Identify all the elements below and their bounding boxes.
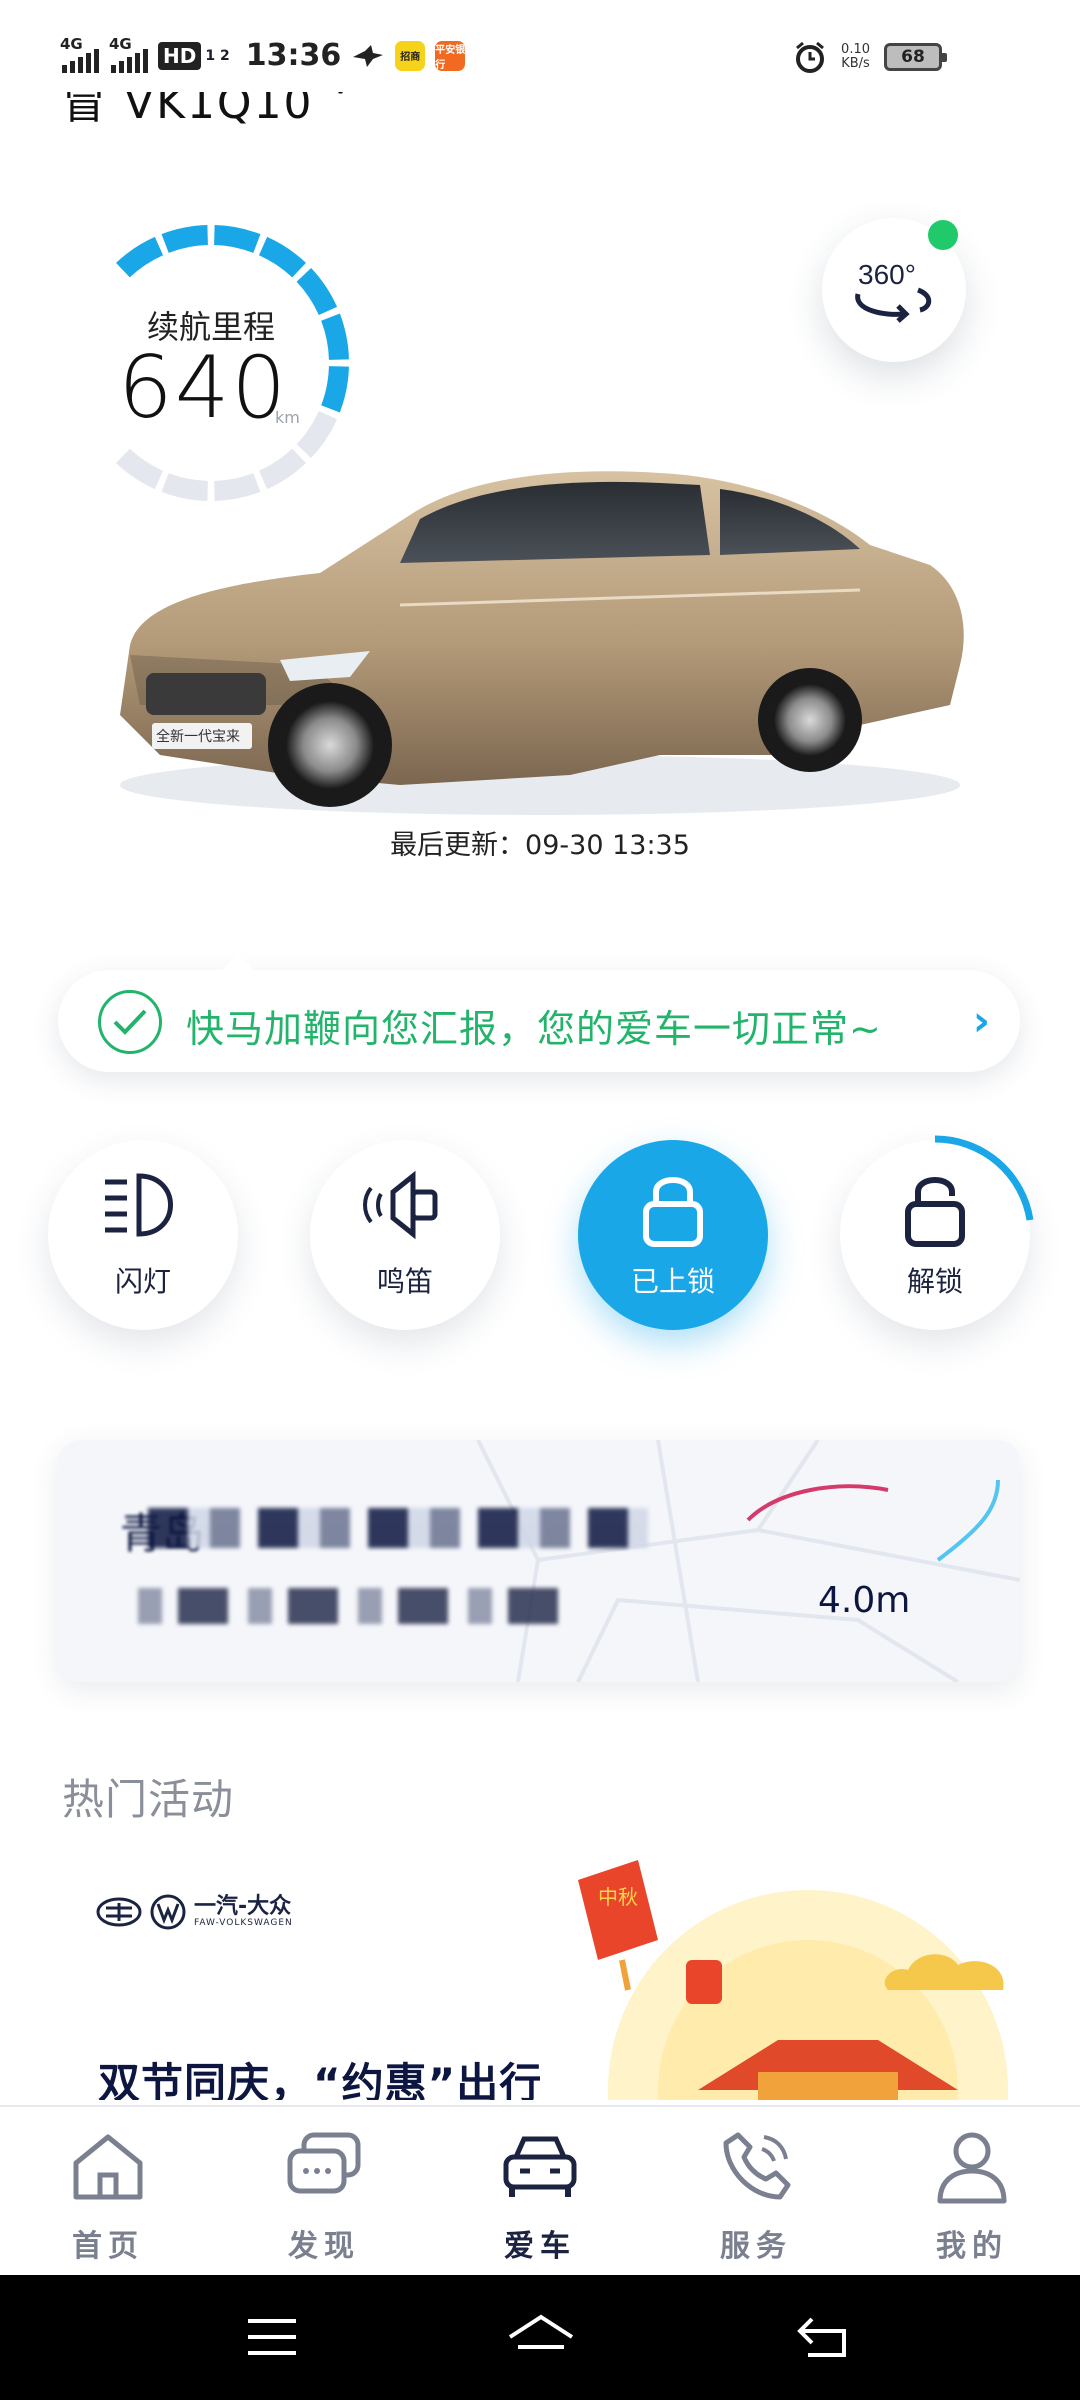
redacted-address	[148, 1508, 648, 1548]
horn-icon	[310, 1170, 500, 1240]
location-distance: 4.0m	[818, 1580, 911, 1621]
headlight-icon	[48, 1170, 238, 1240]
network-speed-unit: KB/s	[841, 56, 870, 71]
last-update-time: 最后更新：09-30 13:35	[390, 830, 690, 861]
vehicle-selector[interactable]: 冒 VK1Q10 ˅	[62, 92, 354, 126]
range-unit: km	[275, 408, 300, 427]
tab-discover[interactable]: 发现	[244, 2127, 404, 2267]
tab-my-car[interactable]: 爱车	[460, 2127, 620, 2267]
user-icon	[937, 2132, 1007, 2204]
network-type-label: 4G	[60, 34, 83, 53]
range-gauge-segment-filled	[116, 236, 164, 278]
network-speed-value: 0.10	[841, 42, 870, 57]
lantern-text: 中秋	[598, 1885, 638, 1909]
status-bar-left: 4G 4G HD 1 2 13:36 招商 平安银行	[60, 35, 466, 73]
battery-icon: 68	[884, 43, 947, 71]
range-gauge-segment-empty	[296, 410, 338, 458]
range-value: 640	[118, 338, 289, 438]
tab-service-label: 服务	[720, 2229, 792, 2264]
tab-me-label: 我的	[936, 2229, 1008, 2264]
vw-logo-icon	[150, 1894, 186, 1930]
phone-icon	[723, 2132, 791, 2200]
unlock-label: 解锁	[906, 1265, 963, 1298]
chat-bubbles-icon	[287, 2132, 361, 2194]
promo-banner[interactable]: 中秋 一汽-大众 FAW-VOLKSWAGEN 双节同庆，“约惠”出行	[58, 1840, 1020, 2100]
bird-icon	[353, 44, 384, 67]
lock-open-icon	[840, 1170, 1030, 1248]
vehicle-status-notice[interactable]: 快马加鞭向您汇报，您的爱车一切正常~ ›	[58, 954, 1020, 1072]
signal-strength-icon: 4G	[60, 35, 99, 73]
rotate-360-icon: 360°	[855, 259, 932, 323]
bottom-tab-bar: 首页 发现 爱车 服务 我的	[0, 2105, 1080, 2275]
mid-autumn-illustration: 中秋	[578, 1860, 1008, 2100]
network-speed: 0.10 KB/s	[841, 43, 870, 71]
horn-label: 鸣笛	[376, 1265, 433, 1298]
back-icon[interactable]	[794, 2313, 850, 2361]
chevron-right-icon: ›	[972, 996, 990, 1045]
tab-discover-label: 发现	[288, 2229, 360, 2264]
signal-strength-icon: 4G	[109, 35, 148, 73]
hot-activities-title: 热门活动	[62, 1775, 235, 1824]
home-icon	[73, 2134, 143, 2200]
status-bar-right: 0.10 KB/s 68	[793, 40, 947, 74]
redacted-address-detail	[138, 1588, 558, 1624]
menu-icon[interactable]	[244, 2315, 300, 2359]
unlock-button[interactable]: 解锁	[840, 1135, 1034, 1330]
tab-service[interactable]: 服务	[676, 2127, 836, 2267]
locked-button[interactable]: 已上锁	[578, 1140, 768, 1330]
home-button-icon[interactable]	[504, 2311, 578, 2361]
tab-my-car-label: 爱车	[504, 2229, 576, 2264]
range-gauge-segment-filled	[321, 365, 349, 413]
clock: 13:36	[245, 38, 342, 73]
flash-lights-button[interactable]: 闪灯	[48, 1140, 238, 1330]
promo-title: 双节同庆，“约惠”出行	[98, 2059, 543, 2100]
car-badge-text: 全新一代宝来	[156, 728, 240, 745]
brand-name: 一汽-大众	[194, 1894, 292, 1919]
hd-voice-icon: HD	[158, 41, 202, 70]
car-image: 全新一代宝来	[120, 471, 964, 815]
locked-label: 已上锁	[630, 1265, 715, 1298]
alarm-icon	[796, 41, 825, 73]
online-status-dot	[928, 220, 958, 250]
horn-button[interactable]: 鸣笛	[310, 1140, 500, 1330]
tab-home[interactable]: 首页	[28, 2127, 188, 2267]
app-notification-icon: 招商	[395, 40, 426, 71]
app-notification-icon: 平安银行	[435, 40, 466, 71]
view-360-label: 360°	[858, 259, 916, 290]
faw-logo-icon	[96, 1897, 142, 1927]
range-gauge-segment-filled	[213, 225, 261, 253]
check-circle-icon	[98, 990, 162, 1054]
map-background	[476, 1440, 1020, 1682]
vehicle-location-card[interactable]: 青岛 4.0m	[58, 1440, 1020, 1682]
tab-home-label: 首页	[72, 2229, 144, 2264]
flash-lights-label: 闪灯	[114, 1265, 171, 1298]
faw-vw-logo: 一汽-大众 FAW-VOLKSWAGEN	[96, 1894, 293, 1930]
range-gauge-segment-filled	[161, 225, 209, 253]
vehicle-status-text: 快马加鞭向您汇报，您的爱车一切正常~	[186, 1007, 882, 1051]
tab-me[interactable]: 我的	[892, 2127, 1052, 2267]
system-navigation-bar	[0, 2275, 1080, 2400]
lock-closed-icon	[578, 1170, 768, 1248]
hd-sim-label: 1 2	[205, 47, 230, 64]
network-type-label: 4G	[109, 34, 132, 53]
range-gauge-segment-filled	[258, 236, 306, 278]
brand-subtitle: FAW-VOLKSWAGEN	[194, 1918, 293, 1928]
car-icon	[503, 2136, 577, 2197]
